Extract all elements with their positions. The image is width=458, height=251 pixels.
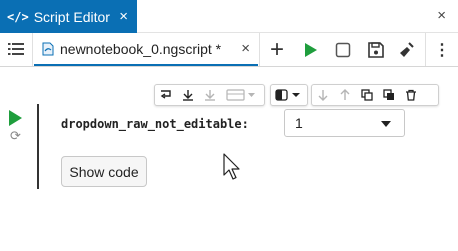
stop-button[interactable] [333, 40, 353, 60]
save-icon [368, 42, 384, 58]
code-icon: </> [7, 9, 29, 24]
add-tab-button[interactable]: + [267, 36, 287, 63]
save-button[interactable] [366, 40, 386, 60]
close-tab-icon[interactable]: × [241, 40, 250, 57]
insert-below-icon[interactable] [177, 85, 199, 105]
caret-down-icon [381, 121, 391, 127]
cell-toolbar-actions-group [311, 84, 439, 106]
show-code-button[interactable]: Show code [61, 156, 147, 187]
run-button[interactable] [301, 40, 321, 60]
paste-icon[interactable] [378, 85, 400, 105]
toolbar-divider [32, 33, 33, 66]
clear-button[interactable] [397, 40, 417, 60]
title-bar: </> Script Editor × × [0, 0, 458, 33]
move-down-icon [312, 85, 334, 105]
tab-newnotebook[interactable]: newnotebook_0.ngscript * × [34, 33, 258, 66]
toolbar-divider [425, 33, 426, 66]
play-icon [305, 43, 317, 57]
cell-toolbar-insert-group [154, 84, 265, 106]
plus-icon: + [269, 36, 284, 63]
mouse-cursor-icon [223, 153, 240, 180]
cell-type-dropdown-icon[interactable] [221, 85, 261, 105]
more-vertical-icon: ⋮ [434, 42, 450, 59]
editor-toolbar: newnotebook_0.ngscript * × + ⋮ [0, 33, 458, 67]
panel-title: Script Editor [33, 8, 110, 25]
move-up-icon [334, 85, 356, 105]
dropdown-parameter-label: dropdown_raw_not_editable: [61, 117, 249, 131]
more-options-button[interactable]: ⋮ [432, 40, 452, 60]
delete-icon[interactable] [400, 85, 422, 105]
cell-active-bar [37, 104, 39, 189]
tab-filename: newnotebook_0.ngscript * [60, 40, 222, 57]
close-panel-icon[interactable]: × [119, 8, 128, 25]
cell-toolbar-output-group [270, 84, 308, 106]
script-editor-panel-tab[interactable]: </> Script Editor × [0, 0, 137, 33]
copy-icon[interactable] [356, 85, 378, 105]
output-toggle-icon[interactable] [271, 85, 307, 105]
stop-icon [335, 42, 351, 58]
insert-cell-icon[interactable] [155, 85, 177, 105]
close-window-icon[interactable]: × [437, 7, 446, 24]
insert-below-disabled-icon [199, 85, 221, 105]
refresh-icon[interactable]: ⟳ [10, 128, 21, 144]
script-file-icon [42, 42, 54, 55]
broom-icon [400, 42, 414, 57]
toolbar-divider [259, 33, 260, 66]
list-icon[interactable] [8, 42, 24, 56]
run-cell-icon[interactable] [9, 110, 22, 126]
dropdown-select[interactable]: 1 [284, 109, 405, 137]
dropdown-selected-value: 1 [295, 115, 303, 131]
